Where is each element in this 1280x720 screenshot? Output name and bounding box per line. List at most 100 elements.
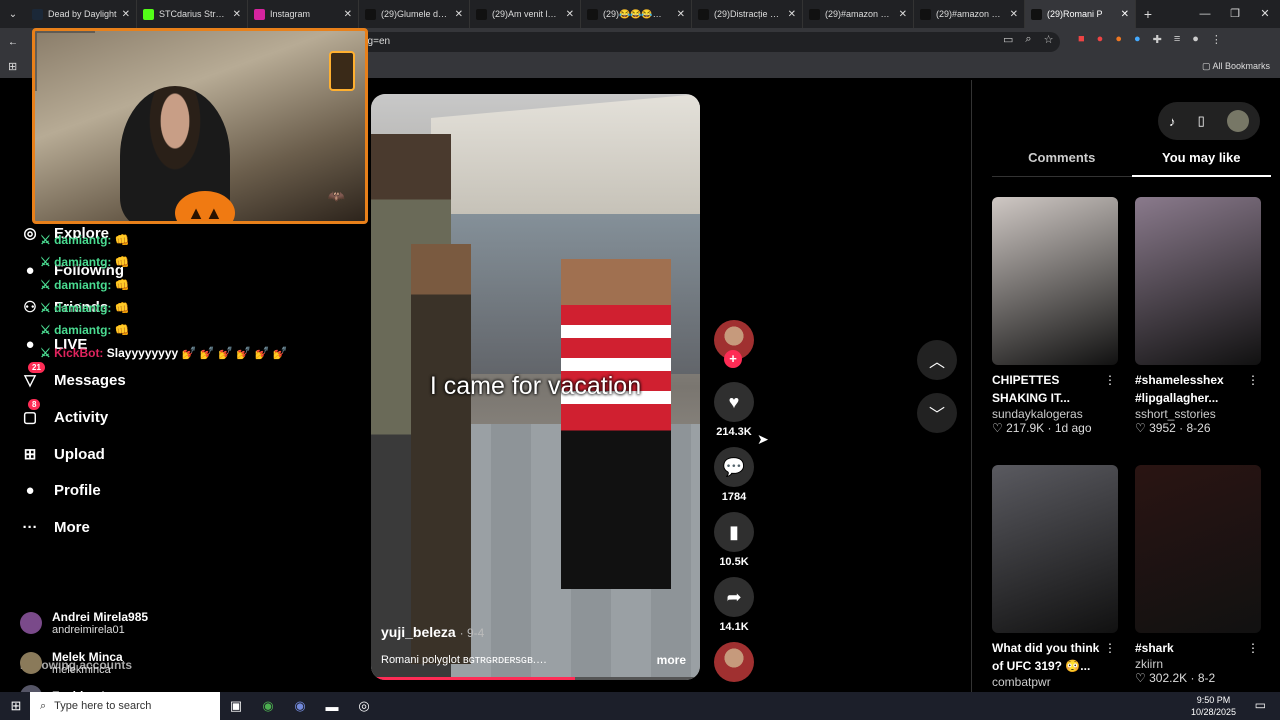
extension-icon[interactable]: ● (1115, 33, 1122, 46)
video-thumbnail[interactable] (1135, 197, 1261, 365)
sidebar-item-activity[interactable]: ▢ 8 Activity (20, 399, 108, 427)
tab-comments[interactable]: Comments (992, 150, 1132, 177)
card-username[interactable]: sundaykalogeras (992, 407, 1118, 421)
kebab-menu-icon[interactable]: ⋮ (1211, 33, 1222, 46)
like-action[interactable]: ♥ 214.3K (712, 382, 756, 438)
extension-icon[interactable]: ■ (1078, 33, 1085, 46)
close-tab-icon[interactable]: ✕ (455, 9, 463, 20)
profile-icon[interactable]: ● (1192, 33, 1199, 46)
following-account[interactable]: Andrei Mirela985 andreimirela01 (20, 610, 148, 636)
save-action[interactable]: ▮ 10.5K (712, 512, 756, 568)
sidebar-item-upload[interactable]: ⊞ Upload (20, 444, 105, 464)
follow-plus-icon[interactable]: + (724, 350, 742, 368)
recommended-video-card[interactable]: #shamelesshex #lipgallagher... ⋮ sshort_ss… (1135, 197, 1261, 435)
card-username[interactable]: zkiirn (1135, 657, 1261, 671)
following-account[interactable]: Melek Minca melekminca (20, 650, 123, 676)
minimize-icon[interactable]: — (1190, 0, 1220, 28)
card-username[interactable]: sshort_sstories (1135, 407, 1261, 421)
tiktok-logo-icon[interactable]: ♪ (1169, 114, 1176, 129)
creator-avatar[interactable]: + (712, 320, 756, 368)
browser-tab[interactable]: (29)Romani P ✕ (1025, 0, 1136, 28)
close-tab-icon[interactable]: ✕ (677, 9, 685, 20)
menu-icon[interactable]: ≡ (1174, 33, 1180, 46)
card-title[interactable]: What did you think of UFC 319? 😳... (992, 639, 1104, 675)
browser-tab[interactable]: (29)Am venit la K ✕ (470, 0, 581, 28)
video-progress-bar[interactable] (371, 677, 700, 680)
extension-icon[interactable]: ● (1097, 33, 1104, 46)
sidebar-item-messages[interactable]: ▽ 21 Messages (20, 362, 126, 390)
browser-tab[interactable]: Dead by Daylight ✕ (26, 0, 137, 28)
sidebar-item-profile[interactable]: ● Profile (20, 480, 100, 500)
tab-you-may-like[interactable]: You may like (1131, 150, 1271, 177)
video-player[interactable]: I came for vacation yuji_beleza · 9-4 Ro… (371, 94, 700, 680)
tab-search-icon[interactable]: ⌄ (0, 9, 26, 20)
video-author[interactable]: yuji_beleza · 9-4 (381, 624, 484, 640)
browser-tab[interactable]: (29)😂😂😂😂😂 ✕ (581, 0, 692, 28)
puzzle-icon[interactable]: ✚ (1153, 33, 1162, 46)
zoom-icon[interactable]: ⌕ (1025, 33, 1031, 46)
more-button[interactable]: more (657, 653, 686, 667)
all-bookmarks-link[interactable]: ▢ All Bookmarks (1202, 61, 1270, 72)
share-icon[interactable]: ➦ (714, 577, 754, 617)
heart-icon[interactable]: ♥ (714, 382, 754, 422)
card-title[interactable]: #shark (1135, 639, 1247, 657)
close-tab-icon[interactable]: ✕ (233, 9, 241, 20)
close-tab-icon[interactable]: ✕ (122, 9, 130, 20)
apps-grid-icon[interactable]: ⊞ (8, 60, 17, 73)
sound-avatar[interactable] (712, 642, 756, 682)
close-tab-icon[interactable]: ✕ (788, 9, 796, 20)
browser-tab[interactable]: STCdarius Stream ✕ (137, 0, 248, 28)
recommended-video-card[interactable]: #shark ⋮ zkiirn ♡ 302.2K · 8-2 (1135, 465, 1261, 685)
close-tab-icon[interactable]: ✕ (1010, 9, 1018, 20)
back-icon[interactable]: ← (8, 37, 18, 48)
chat-message: ⚔ damiantg: 👊 (40, 301, 130, 315)
terminal-icon[interactable]: ▬ (316, 699, 348, 714)
recommended-video-card[interactable]: CHIPETTES SHAKING IT... ⋮ sundaykalogeras ♡… (992, 197, 1118, 435)
url-input[interactable]: ng=en (350, 32, 1060, 52)
recommended-video-card[interactable]: What did you think of UFC 319? 😳... ⋮ comb… (992, 465, 1118, 689)
card-username[interactable]: combatpwr (992, 675, 1118, 689)
browser-tab[interactable]: (29)Glumele desp ✕ (359, 0, 470, 28)
new-tab-button[interactable]: + (1136, 6, 1160, 22)
close-tab-icon[interactable]: ✕ (899, 9, 907, 20)
previous-video-button[interactable]: ︿ (917, 340, 957, 380)
video-thumbnail[interactable] (1135, 465, 1261, 633)
close-window-icon[interactable]: ✕ (1250, 0, 1280, 28)
user-avatar[interactable] (1226, 110, 1249, 132)
card-menu-icon[interactable]: ⋮ (1104, 641, 1116, 655)
device-icon[interactable]: ▯ (1198, 113, 1205, 129)
taskbar-search[interactable]: ⌕ Type here to search (30, 692, 220, 720)
author-name[interactable]: yuji_beleza (381, 624, 456, 640)
close-tab-icon[interactable]: ✕ (566, 9, 574, 20)
share-action[interactable]: ➦ 14.1K (712, 577, 756, 633)
extension-icon[interactable]: ● (1134, 33, 1141, 46)
card-menu-icon[interactable]: ⋮ (1247, 373, 1259, 387)
bookmark-icon[interactable]: ▮ (714, 512, 754, 552)
bookmark-star-icon[interactable]: ☆ (1044, 33, 1054, 46)
cast-icon[interactable]: ▭ (1003, 33, 1013, 46)
windows-start-icon[interactable]: ⊞ (0, 698, 32, 714)
comment-icon[interactable]: 💬 (714, 447, 754, 487)
card-menu-icon[interactable]: ⋮ (1247, 641, 1259, 655)
card-menu-icon[interactable]: ⋮ (1104, 373, 1116, 387)
browser-tab[interactable]: (29)Distracție și u ✕ (692, 0, 803, 28)
app-icon[interactable]: ◎ (348, 698, 380, 714)
next-video-button[interactable]: ﹀ (917, 393, 957, 433)
card-title[interactable]: #shamelesshex #lipgallagher... (1135, 371, 1247, 407)
sidebar-item-more[interactable]: ··· More (20, 517, 90, 537)
video-thumbnail[interactable] (992, 465, 1118, 633)
browser-tab[interactable]: (29)#amazon #ge ✕ (803, 0, 914, 28)
browser-tab[interactable]: Instagram ✕ (248, 0, 359, 28)
card-title[interactable]: CHIPETTES SHAKING IT... (992, 371, 1104, 407)
browser-tab[interactable]: (29)#amazon #ge ✕ (914, 0, 1025, 28)
comment-action[interactable]: 💬 1784 (712, 447, 756, 503)
close-tab-icon[interactable]: ✕ (344, 9, 352, 20)
notification-icon[interactable]: ▭ (1255, 698, 1266, 712)
chrome-icon[interactable]: ◉ (252, 698, 284, 714)
close-tab-icon[interactable]: ✕ (1121, 9, 1129, 20)
task-view-icon[interactable]: ▣ (220, 698, 252, 714)
video-thumbnail[interactable] (992, 197, 1118, 365)
restore-icon[interactable]: ❐ (1220, 0, 1250, 28)
taskbar-clock[interactable]: 9:50 PM 10/28/2025 (1191, 694, 1236, 718)
discord-icon[interactable]: ◉ (284, 698, 316, 714)
